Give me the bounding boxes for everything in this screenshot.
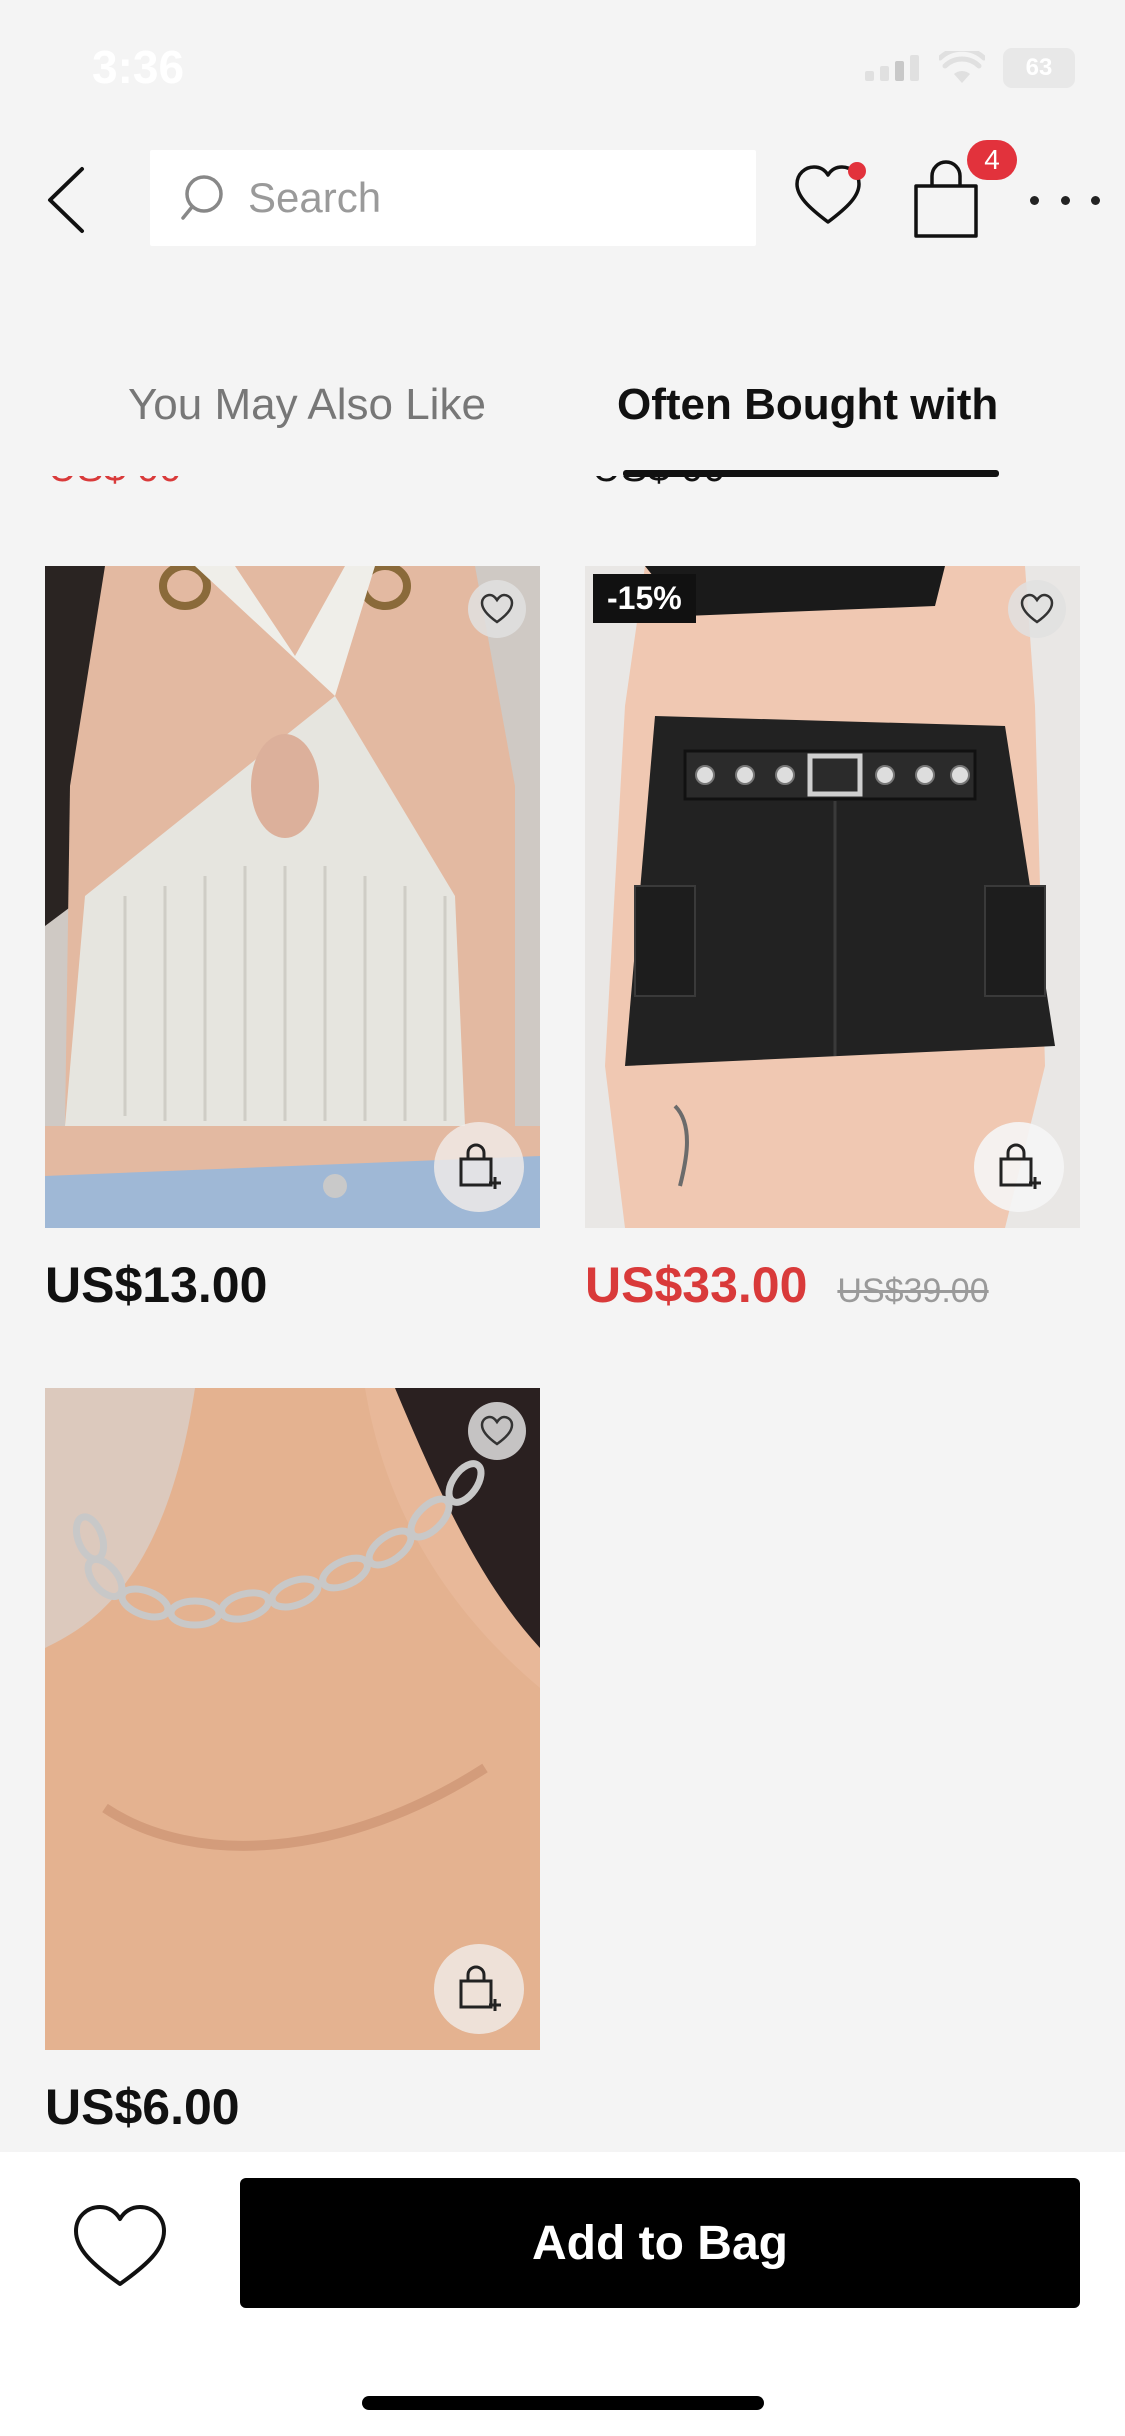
product-image[interactable] <box>45 1388 540 2050</box>
product-card[interactable]: -15% US$33.00 US$39.00 <box>585 566 1080 1326</box>
favorite-heart-icon[interactable] <box>468 580 526 638</box>
bag-count-badge: 4 <box>967 140 1017 180</box>
more-dots-icon[interactable] <box>1030 190 1100 210</box>
favorite-heart-icon[interactable] <box>1008 580 1066 638</box>
add-to-cart-icon[interactable] <box>434 1122 524 1212</box>
tab-often-bought-with[interactable]: Often Bought with <box>617 380 998 430</box>
wishlist-notification-dot <box>848 162 866 180</box>
add-to-bag-button[interactable]: Add to Bag <box>240 2178 1080 2308</box>
add-to-cart-icon[interactable] <box>974 1122 1064 1212</box>
price-row: US$33.00 US$39.00 <box>585 1256 989 1314</box>
search-bar[interactable] <box>150 150 756 246</box>
product-sale-price: US$33.00 <box>585 1257 808 1313</box>
status-time: 3:36 <box>92 41 185 93</box>
price-row: US$6.00 <box>45 2078 240 2136</box>
status-bar: 3:36 63 <box>0 0 1125 140</box>
tab-bar: You May Also Like Often Bought with <box>0 360 1125 480</box>
signal-icon <box>865 55 919 81</box>
product-image[interactable] <box>45 566 540 1228</box>
clipped-price-left: US$ 00 <box>48 476 181 488</box>
search-icon <box>181 175 223 220</box>
bottom-action-bar: Add to Bag <box>0 2152 1125 2436</box>
home-indicator[interactable] <box>362 2396 764 2410</box>
back-arrow-icon[interactable] <box>40 165 100 235</box>
search-input[interactable] <box>246 173 750 223</box>
wifi-icon <box>939 51 985 83</box>
favorite-heart-icon[interactable] <box>468 1402 526 1460</box>
price-row: US$13.00 <box>45 1256 267 1314</box>
heart-icon[interactable] <box>72 2202 168 2292</box>
add-to-cart-icon[interactable] <box>434 1944 524 2034</box>
discount-badge: -15% <box>593 574 696 623</box>
battery-icon: 63 <box>1003 48 1075 88</box>
product-price: US$13.00 <box>45 1257 268 1313</box>
product-image[interactable]: -15% <box>585 566 1080 1228</box>
clipped-price-right: US$ 00 <box>592 476 725 488</box>
product-card[interactable]: US$6.00 <box>45 1388 540 2148</box>
screen: 3:36 63 Search 4 You May Also Like Often… <box>0 0 1125 2436</box>
header: 4 <box>0 140 1125 260</box>
product-price: US$6.00 <box>45 2079 240 2135</box>
status-icons: 63 <box>865 48 1075 88</box>
product-card[interactable]: US$13.00 <box>45 566 540 1326</box>
product-original-price: US$39.00 <box>837 1272 989 1310</box>
tab-you-may-also-like[interactable]: You May Also Like <box>128 380 486 430</box>
